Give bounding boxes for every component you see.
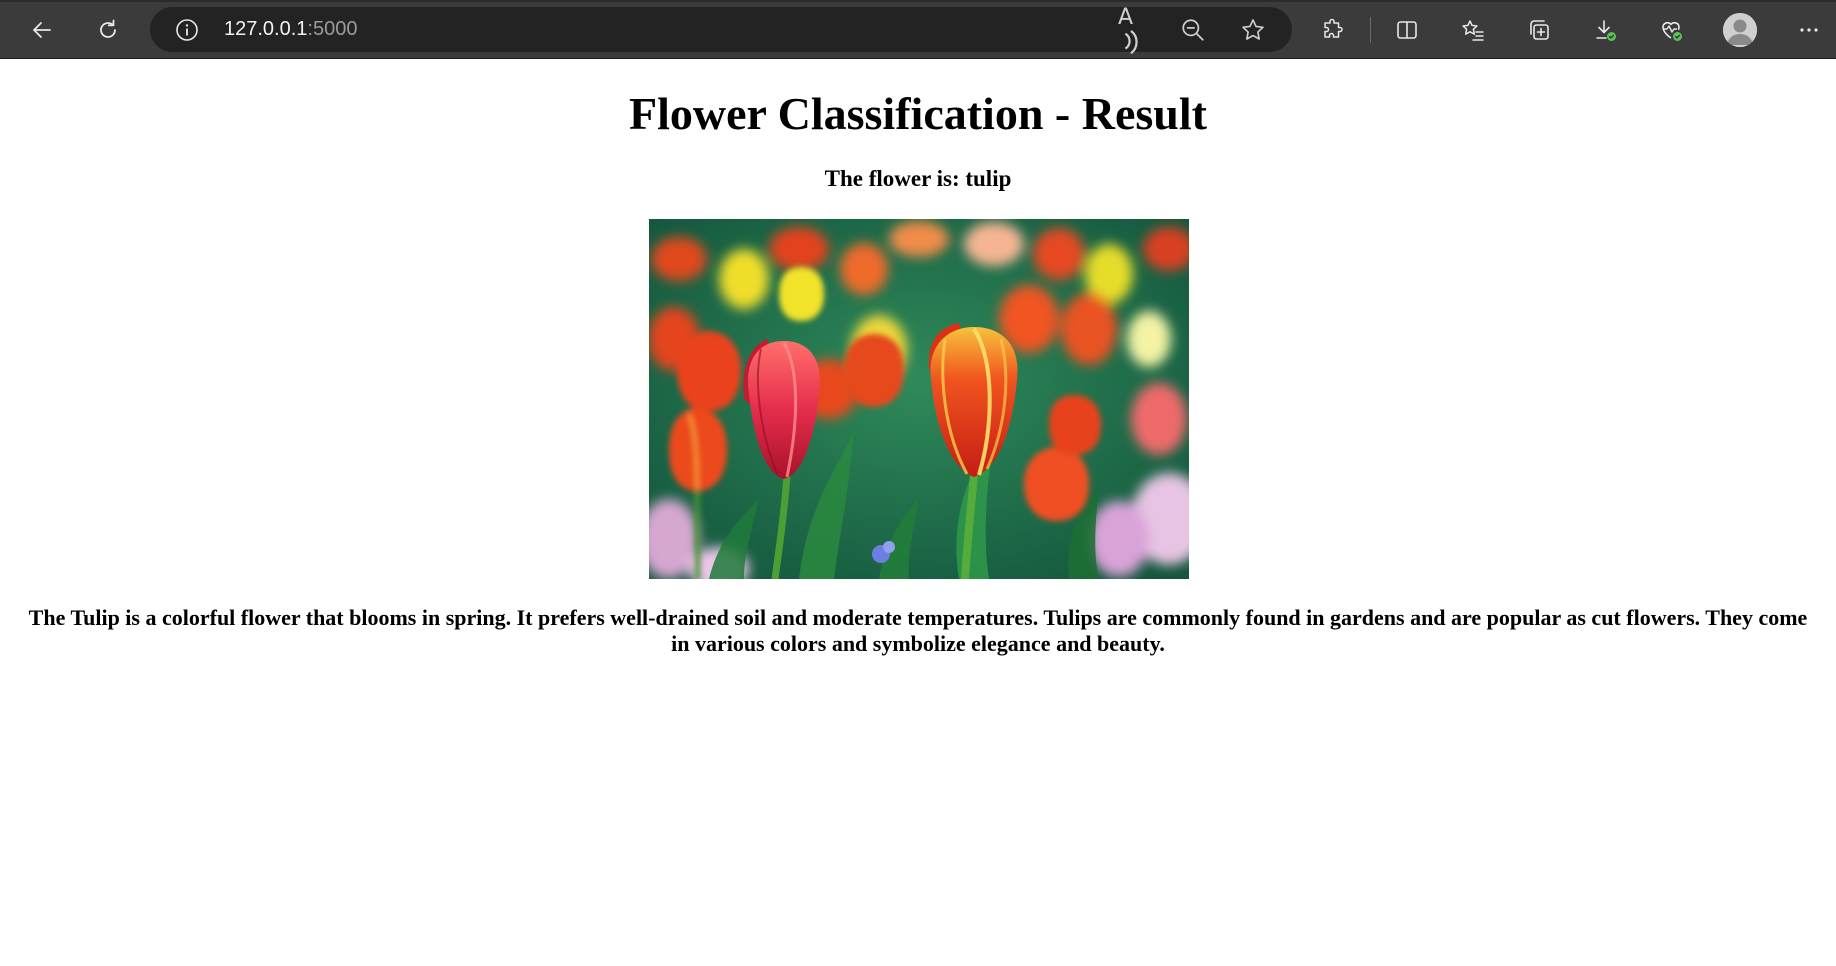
- download-icon: [1596, 20, 1616, 41]
- classification-result: The flower is: tulip: [824, 166, 1012, 191]
- url-text[interactable]: 127.0.0.1:5000: [224, 7, 357, 52]
- split-screen-icon: [1397, 21, 1417, 39]
- favorites-list-icon: [1462, 20, 1484, 41]
- zoom-out-button[interactable]: [1178, 15, 1208, 45]
- page-content: Flower Classification - Result The flowe…: [0, 60, 1836, 966]
- refresh-icon: [100, 19, 116, 38]
- extensions-button[interactable]: [1313, 10, 1353, 50]
- refresh-button[interactable]: [88, 10, 128, 50]
- zoom-out-icon: [1182, 19, 1204, 41]
- profile-icon: [1723, 13, 1757, 47]
- url-host: 127.0.0.1: [224, 18, 308, 40]
- puzzle-icon: [1324, 18, 1343, 38]
- read-aloud-icon: A: [1118, 5, 1148, 56]
- read-aloud-label: A: [1118, 4, 1133, 30]
- url-port: :5000: [307, 18, 358, 40]
- more-button[interactable]: [1789, 10, 1829, 50]
- info-icon: [176, 19, 198, 41]
- browser-toolbar: 127.0.0.1:5000 A: [0, 0, 1836, 59]
- site-info-button[interactable]: [174, 17, 200, 43]
- back-arrow-icon: [33, 22, 51, 38]
- ellipsis-icon: [1800, 28, 1818, 32]
- favorites-button[interactable]: [1453, 10, 1493, 50]
- page-title: Flower Classification - Result: [629, 88, 1207, 139]
- browser-essentials-button[interactable]: [1651, 10, 1691, 50]
- collections-button[interactable]: [1519, 10, 1559, 50]
- tab-strip-edge: [0, 0, 1836, 2]
- flower-image: [649, 219, 1189, 579]
- split-screen-button[interactable]: [1387, 10, 1427, 50]
- read-aloud-button[interactable]: A: [1118, 5, 1148, 54]
- star-icon: [1242, 19, 1264, 40]
- address-bar[interactable]: 127.0.0.1:5000 A: [150, 5, 1292, 54]
- avatar[interactable]: [1723, 13, 1757, 47]
- toolbar-divider: [1370, 17, 1371, 43]
- collections-icon: [1530, 20, 1549, 40]
- favorite-button[interactable]: [1238, 15, 1268, 45]
- downloads-button[interactable]: [1585, 10, 1625, 50]
- heart-pulse-icon: [1662, 21, 1682, 41]
- flower-description: The Tulip is a colorful flower that bloo…: [28, 605, 1808, 656]
- back-button[interactable]: [22, 10, 62, 50]
